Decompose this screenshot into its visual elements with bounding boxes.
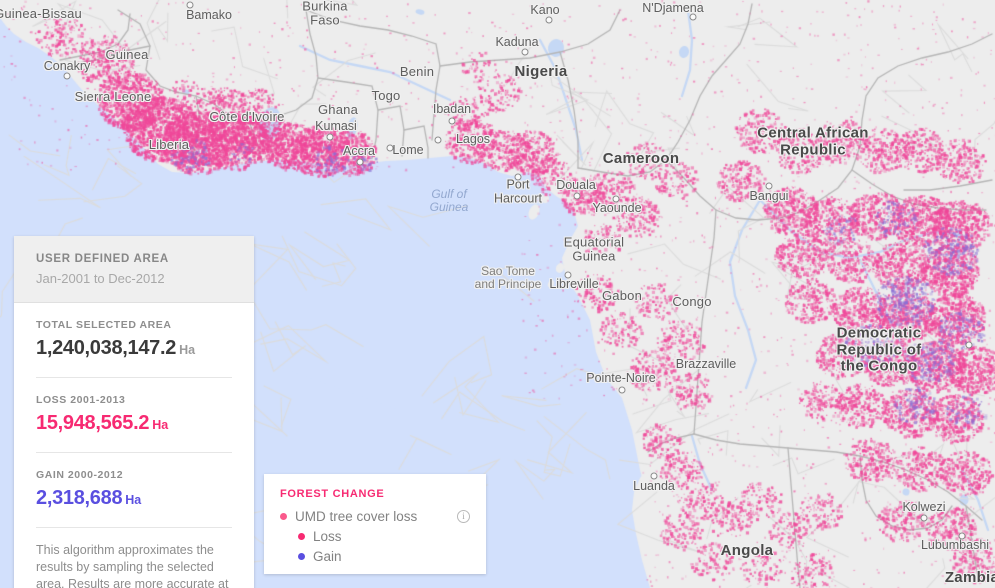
analysis-panel: USER DEFINED AREA Jan-2001 to Dec-2012 T… bbox=[14, 236, 254, 588]
stat-label: GAIN 2000-2012 bbox=[36, 469, 232, 481]
legend-title: FOREST CHANGE bbox=[280, 488, 470, 500]
legend-item-umd-tree-cover-loss[interactable]: UMD tree cover loss i bbox=[280, 509, 470, 524]
stat-number: 2,318,688 bbox=[36, 487, 122, 509]
stat-label: TOTAL SELECTED AREA bbox=[36, 319, 232, 331]
analysis-disclaimer: This algorithm approximates the results … bbox=[36, 527, 232, 588]
legend-dot-icon bbox=[298, 553, 305, 560]
stat-unit: Ha bbox=[179, 343, 195, 357]
analysis-panel-header: USER DEFINED AREA Jan-2001 to Dec-2012 bbox=[14, 236, 254, 303]
stat-label: LOSS 2001-2013 bbox=[36, 394, 232, 406]
stat-loss: LOSS 2001-2013 15,948,565.2Ha bbox=[36, 377, 232, 452]
stat-value: 1,240,038,147.2Ha bbox=[36, 337, 232, 360]
analysis-panel-body: TOTAL SELECTED AREA 1,240,038,147.2Ha LO… bbox=[14, 303, 254, 588]
stat-unit: Ha bbox=[125, 493, 141, 507]
legend-item-label: Loss bbox=[313, 529, 342, 544]
stat-unit: Ha bbox=[152, 418, 168, 432]
legend-panel: FOREST CHANGE UMD tree cover loss i Loss… bbox=[264, 474, 486, 574]
stat-gain: GAIN 2000-2012 2,318,688Ha bbox=[36, 452, 232, 527]
analysis-date-range: Jan-2001 to Dec-2012 bbox=[36, 271, 232, 286]
legend-item-loss[interactable]: Loss bbox=[280, 529, 470, 544]
stat-value: 2,318,688Ha bbox=[36, 487, 232, 510]
legend-dot-icon bbox=[298, 533, 305, 540]
map-application: Guinea-BissauGuineaSierra LeoneLiberiaCô… bbox=[0, 0, 995, 588]
analysis-panel-title: USER DEFINED AREA bbox=[36, 253, 232, 265]
legend-item-label: UMD tree cover loss bbox=[295, 509, 417, 524]
stat-number: 15,948,565.2 bbox=[36, 412, 149, 434]
stat-value: 15,948,565.2Ha bbox=[36, 412, 232, 435]
stat-number: 1,240,038,147.2 bbox=[36, 337, 176, 359]
legend-item-gain[interactable]: Gain bbox=[280, 549, 470, 564]
legend-dot-icon bbox=[280, 513, 287, 520]
stat-total-selected-area: TOTAL SELECTED AREA 1,240,038,147.2Ha bbox=[36, 303, 232, 377]
legend-item-label: Gain bbox=[313, 549, 342, 564]
info-circle-icon[interactable]: i bbox=[457, 510, 470, 523]
